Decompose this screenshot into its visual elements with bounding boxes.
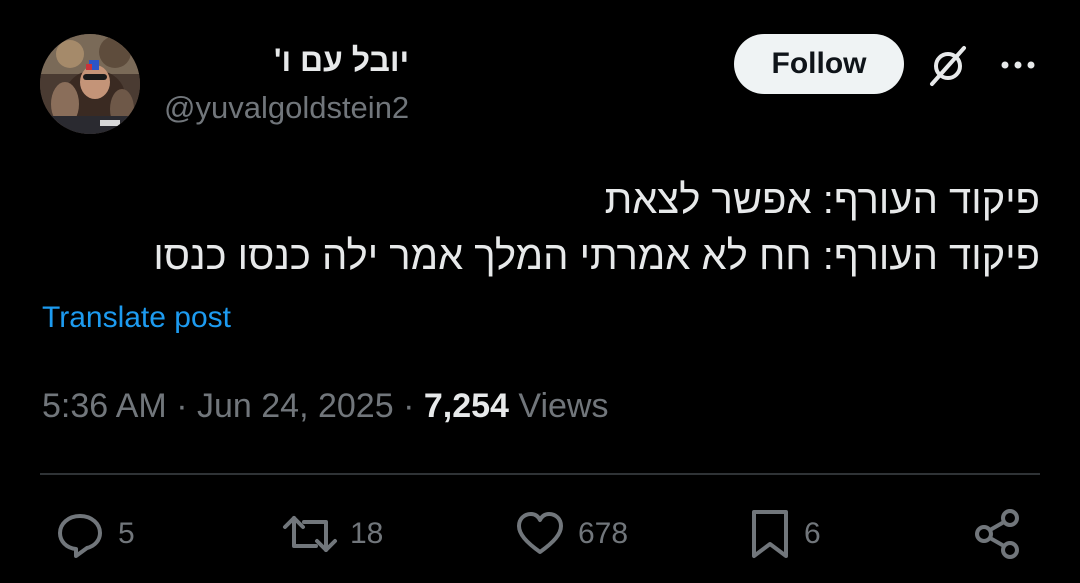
reply-count: 5 (118, 517, 135, 550)
reply-button[interactable]: 5 (54, 504, 135, 564)
bookmark-button[interactable]: 6 (748, 504, 821, 564)
tweet-date[interactable]: Jun 24, 2025 (197, 387, 394, 425)
tweet-line: פיקוד העורף: אפשר לצאת (604, 178, 1040, 222)
grok-icon[interactable] (926, 44, 970, 88)
meta-separator: · (176, 387, 188, 425)
avatar-image (40, 34, 140, 134)
like-button[interactable]: 678 (514, 504, 628, 564)
bookmark-icon (752, 510, 788, 558)
like-count: 678 (578, 517, 629, 550)
tweet-header: יובל עם ו' @yuvalgoldstein2 Follow (40, 34, 1040, 134)
display-name[interactable]: יובל עם ו' (164, 40, 409, 80)
more-icon[interactable] (998, 50, 1038, 80)
heart-icon (517, 512, 563, 554)
action-bar: 5 18 678 6 (0, 504, 1080, 564)
handle[interactable]: @yuvalgoldstein2 (164, 88, 409, 128)
divider (40, 473, 1040, 475)
repost-button[interactable]: 18 (282, 504, 383, 564)
repost-count: 18 (350, 517, 384, 550)
translate-post-link[interactable]: Translate post (42, 300, 231, 336)
tweet-text: פיקוד העורף: אפשר לצאת פיקוד העורף: חח ל… (40, 172, 1040, 284)
meta-separator: · (403, 387, 415, 425)
repost-icon (283, 516, 337, 552)
views-label: Views (518, 387, 609, 425)
tweet-meta: 5:36 AM · Jun 24, 2025 · 7,254 Views (42, 386, 608, 426)
follow-button[interactable]: Follow (734, 34, 904, 94)
avatar[interactable] (40, 34, 140, 134)
bookmark-count: 6 (804, 517, 821, 550)
reply-icon (58, 514, 102, 558)
share-button[interactable] (972, 504, 1024, 564)
tweet-line: פיקוד העורף: חח לא אמרתי המלך אמר ילה כנ… (153, 234, 1040, 278)
tweet-time[interactable]: 5:36 AM (42, 387, 167, 425)
author-info: יובל עם ו' @yuvalgoldstein2 (164, 40, 409, 128)
share-icon (975, 509, 1019, 559)
views-count[interactable]: 7,254 (424, 387, 509, 425)
